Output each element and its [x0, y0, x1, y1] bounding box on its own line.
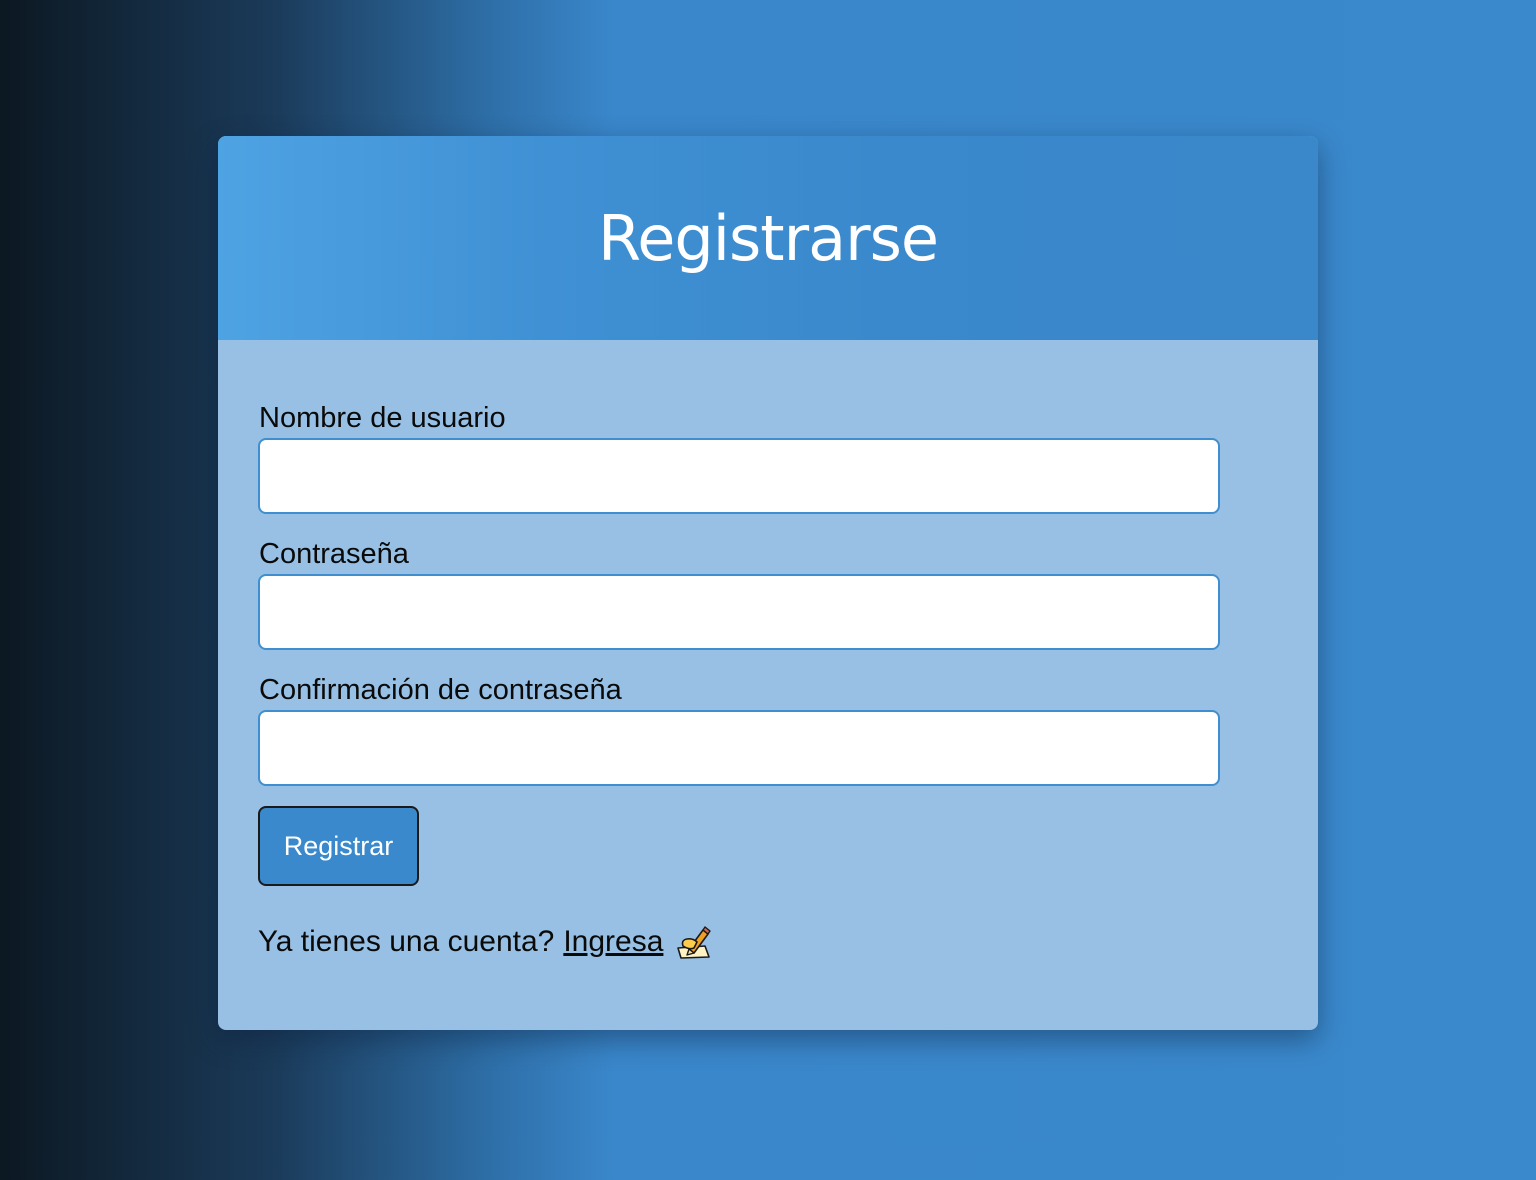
- login-prompt-row: Ya tienes una cuenta? Ingresa: [258, 924, 1278, 960]
- username-input[interactable]: [258, 438, 1220, 514]
- password-label: Contraseña: [259, 538, 409, 570]
- login-link[interactable]: Ingresa: [563, 925, 663, 959]
- card-header: Registrarse: [218, 136, 1318, 340]
- password-input[interactable]: [258, 574, 1220, 650]
- register-form: Nombre de usuario Contraseña Confirmació…: [218, 340, 1318, 960]
- page-title: Registrarse: [597, 201, 939, 275]
- register-button[interactable]: Registrar: [258, 806, 419, 886]
- password-confirm-label: Confirmación de contraseña: [259, 674, 622, 706]
- writing-hand-icon: [675, 924, 713, 960]
- username-label: Nombre de usuario: [259, 402, 506, 434]
- password-confirm-input[interactable]: [258, 710, 1220, 786]
- register-card: Registrarse Nombre de usuario Contraseña…: [218, 136, 1318, 1030]
- login-prompt-text: Ya tienes una cuenta?: [258, 925, 555, 958]
